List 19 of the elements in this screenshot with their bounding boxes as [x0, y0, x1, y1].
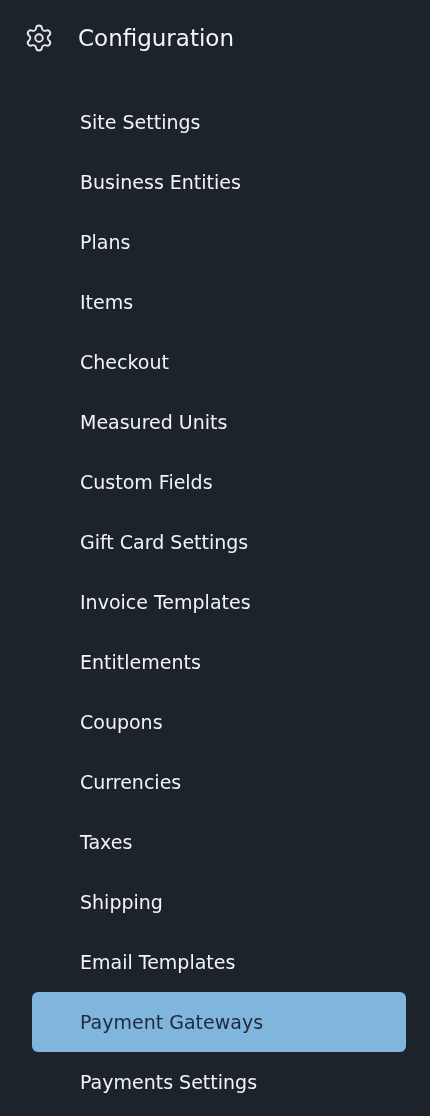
sidebar-item[interactable]: Custom Fields [32, 452, 406, 512]
sidebar-item[interactable]: Email Templates [32, 932, 406, 992]
sidebar-item[interactable]: Payments Settings [32, 1052, 406, 1112]
sidebar-item[interactable]: Plans [32, 212, 406, 272]
sidebar-item[interactable]: Currencies [32, 752, 406, 812]
sidebar-item[interactable]: Gift Card Settings [32, 512, 406, 572]
sidebar-item[interactable]: Invoice Templates [32, 572, 406, 632]
sidebar-item[interactable]: Business Entities [32, 152, 406, 212]
settings-icon [24, 23, 54, 53]
sidebar-item[interactable]: Site Settings [32, 92, 406, 152]
sidebar-item[interactable]: Coupons [32, 692, 406, 752]
sidebar-item[interactable]: Entitlements [32, 632, 406, 692]
sidebar-item[interactable]: Taxes [32, 812, 406, 872]
sidebar-item[interactable]: Items [32, 272, 406, 332]
sidebar-item[interactable]: Shipping [32, 872, 406, 932]
sidebar-item[interactable]: Payment Gateways [32, 992, 406, 1052]
sidebar-item[interactable]: Checkout [32, 332, 406, 392]
sidebar-item[interactable]: Measured Units [32, 392, 406, 452]
section-title: Configuration [78, 25, 234, 51]
